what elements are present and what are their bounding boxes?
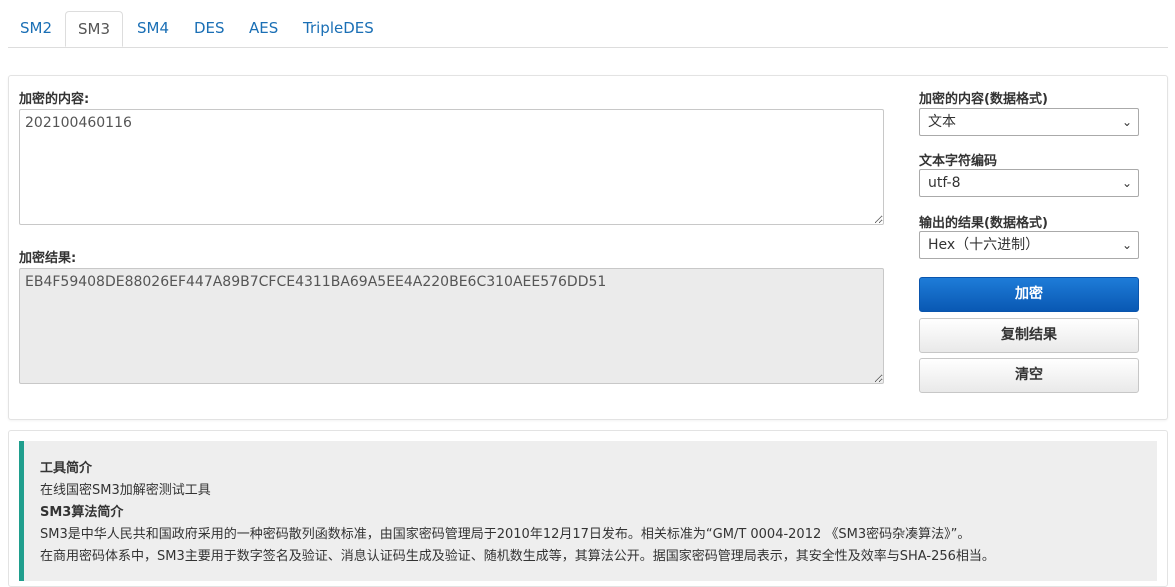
tab-tripledes[interactable]: TripleDES: [291, 11, 386, 46]
tab-sm2[interactable]: SM2: [8, 11, 64, 46]
tool-intro-text: 在线国密SM3加解密测试工具: [40, 483, 211, 498]
tab-aes[interactable]: AES: [237, 11, 290, 46]
output-format-label: 输出的结果(数据格式): [919, 216, 1048, 231]
tab-des[interactable]: DES: [182, 11, 237, 46]
algo-intro-title: SM3算法简介: [40, 505, 124, 520]
chevron-down-icon: ⌄: [1121, 115, 1132, 129]
info-callout: 工具简介 在线国密SM3加解密测试工具 SM3算法简介 SM3是中华人民共和国政…: [19, 441, 1157, 581]
clear-button[interactable]: 清空: [919, 358, 1139, 393]
input-format-label: 加密的内容(数据格式): [919, 92, 1048, 107]
algo-intro-text-1: SM3是中华人民共和国政府采用的一种密码散列函数标准，由国家密码管理局于2010…: [40, 527, 971, 542]
tool-intro-title: 工具简介: [40, 461, 93, 476]
encrypt-panel: 加密的内容: 202100460116 加密结果: EB4F59408DE880…: [8, 75, 1168, 420]
output-textarea[interactable]: EB4F59408DE88026EF447A89B7CFCE4311BA69A5…: [19, 268, 884, 384]
algorithm-tabs: SM2 SM3 SM4 DES AES TripleDES: [8, 11, 1168, 48]
encoding-select[interactable]: utf-8 ⌄: [919, 169, 1139, 197]
output-format-value: Hex（十六进制）: [928, 237, 1040, 253]
input-format-select[interactable]: 文本 ⌄: [919, 108, 1139, 136]
info-section: 工具简介 在线国密SM3加解密测试工具 SM3算法简介 SM3是中华人民共和国政…: [8, 430, 1168, 587]
output-format-select[interactable]: Hex（十六进制） ⌄: [919, 231, 1139, 259]
tab-sm4[interactable]: SM4: [125, 11, 181, 46]
chevron-down-icon: ⌄: [1121, 238, 1132, 252]
encoding-label: 文本字符编码: [919, 154, 998, 169]
output-label: 加密结果:: [19, 251, 77, 266]
algo-intro-text-2: 在商用密码体系中，SM3主要用于数字签名及验证、消息认证码生成及验证、随机数生成…: [40, 549, 995, 564]
encoding-value: utf-8: [928, 175, 961, 191]
chevron-down-icon: ⌄: [1121, 176, 1132, 190]
input-textarea[interactable]: 202100460116: [19, 109, 884, 225]
encrypt-button[interactable]: 加密: [919, 277, 1139, 312]
copy-result-button[interactable]: 复制结果: [919, 318, 1139, 353]
tab-sm3[interactable]: SM3: [65, 11, 124, 47]
input-format-value: 文本: [928, 114, 956, 130]
input-label: 加密的内容:: [19, 92, 90, 107]
